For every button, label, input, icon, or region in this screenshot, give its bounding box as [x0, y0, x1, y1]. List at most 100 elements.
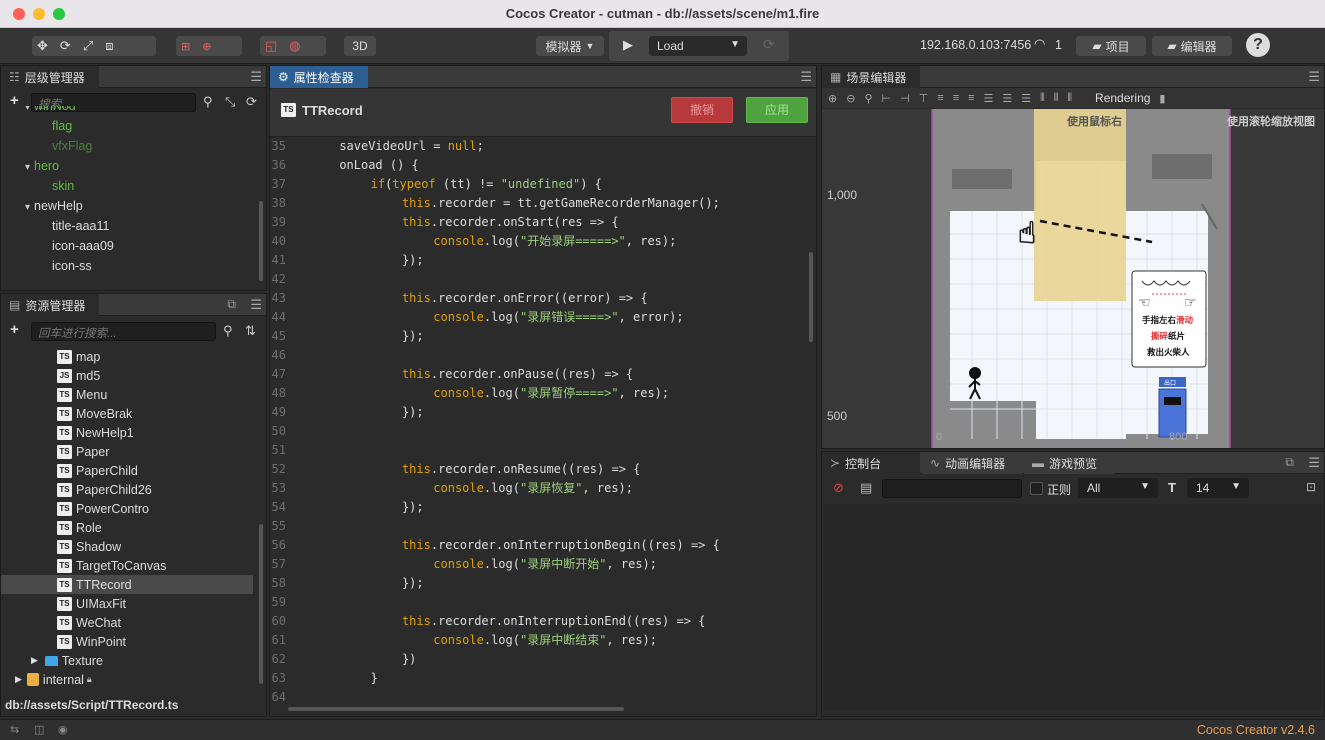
distribute-bottom-icon[interactable]: ☰: [1021, 92, 1031, 105]
asset-item[interactable]: TS Shadow: [1, 537, 253, 556]
asset-item[interactable]: TS NewHelp1: [1, 423, 253, 442]
expand-arrow-icon[interactable]: ▾: [25, 106, 30, 113]
hierarchy-scrollbar[interactable]: [259, 201, 263, 281]
hierarchy-node[interactable]: ▾ newHelp: [25, 196, 83, 216]
load-select[interactable]: Load ▼: [649, 36, 747, 56]
tab-hierarchy[interactable]: ☷ 层级管理器: [1, 66, 99, 88]
regex-checkbox[interactable]: [1030, 482, 1043, 495]
add-asset-icon[interactable]: +: [10, 321, 19, 338]
distribute-left-icon[interactable]: ⫴: [1040, 92, 1045, 105]
hierarchy-node[interactable]: flag: [52, 116, 72, 136]
asset-item[interactable]: TS TTRecord: [1, 575, 253, 594]
tab-assets[interactable]: ▤ 资源管理器: [1, 294, 99, 316]
panel-menu-icon[interactable]: ☰: [1308, 455, 1320, 471]
panel-menu-icon[interactable]: ☰: [800, 69, 812, 85]
camera-icon[interactable]: ▮: [1159, 92, 1165, 105]
asset-item[interactable]: TS UIMaxFit: [1, 594, 253, 613]
rect-tool-icon[interactable]: ⧈: [105, 38, 113, 54]
collapse-console-icon[interactable]: ⊡: [1306, 480, 1316, 494]
move-tool-icon[interactable]: ✥: [37, 38, 48, 54]
zoom-out-icon[interactable]: ⊖: [846, 92, 855, 105]
asset-item[interactable]: TS Paper: [1, 442, 253, 461]
tab-console[interactable]: ≻ 控制台: [822, 452, 920, 474]
align-middle-icon[interactable]: ≡: [953, 92, 959, 104]
snap-icon[interactable]: ◱: [265, 38, 277, 54]
folder-item-texture[interactable]: ▶ Texture: [1, 651, 253, 670]
open-editor-button[interactable]: ▰ 编辑器: [1152, 36, 1232, 56]
hierarchy-node[interactable]: icon-ss: [52, 256, 92, 276]
scale-tool-icon[interactable]: ⤢: [83, 38, 93, 54]
expand-arrow-icon[interactable]: ▶: [31, 655, 38, 666]
popout-icon[interactable]: ⧉: [1285, 455, 1294, 470]
play-icon[interactable]: ▶: [623, 37, 633, 53]
search-icon[interactable]: ⚲: [223, 323, 233, 339]
asset-item[interactable]: TS Role: [1, 518, 253, 537]
zoom-reset-icon[interactable]: ⚲: [864, 92, 872, 105]
tab-game-preview[interactable]: ▬ 游戏预览: [1024, 452, 1114, 474]
sync-icon[interactable]: ⇆: [10, 723, 19, 736]
folder-item-internal[interactable]: ▶ internal 🔒︎: [1, 670, 253, 689]
local-global-icon[interactable]: ⊕: [202, 40, 211, 53]
expand-arrow-icon[interactable]: ▶: [15, 674, 22, 685]
asset-item[interactable]: TS map: [1, 347, 253, 366]
expand-arrow-icon[interactable]: ▾: [25, 202, 30, 213]
align-left-icon[interactable]: ⊢: [882, 92, 892, 105]
asset-item[interactable]: TS PaperChild26: [1, 480, 253, 499]
font-size-select[interactable]: 14 ▼: [1187, 478, 1249, 498]
asset-item[interactable]: TS MoveBrak: [1, 404, 253, 423]
zoom-in-icon[interactable]: ⊕: [828, 92, 837, 105]
hierarchy-node[interactable]: icon-aaa09: [52, 236, 114, 256]
open-log-icon[interactable]: ▤: [860, 480, 872, 496]
clear-console-icon[interactable]: ⊘: [833, 480, 844, 496]
align-top-icon[interactable]: ≡: [937, 92, 943, 104]
distribute-middle-icon[interactable]: ☰: [1002, 92, 1012, 105]
hierarchy-node[interactable]: ▾ winNod: [25, 106, 76, 116]
distribute-center-icon[interactable]: ⫴: [1054, 92, 1059, 105]
database-icon[interactable]: ◫: [34, 723, 44, 736]
panel-menu-icon[interactable]: ☰: [250, 297, 262, 313]
align-center-h-icon[interactable]: ⊣: [900, 92, 910, 105]
console-filter-input[interactable]: [882, 479, 1022, 498]
hierarchy-node[interactable]: vfxFlag: [52, 136, 92, 156]
scene-viewport[interactable]: ☝ ☜ ☞ 手指左右滑动 撕碎纸片 救出火柴人 出口 使用鼠标右 使用滚轮缩放视…: [822, 109, 1324, 448]
hierarchy-node[interactable]: title-aaa11: [52, 216, 109, 236]
revert-button[interactable]: 撤销: [671, 97, 733, 123]
grid-icon[interactable]: ◍: [289, 38, 300, 54]
code-horizontal-scrollbar[interactable]: [288, 707, 624, 711]
rotate-tool-icon[interactable]: ⟳: [60, 38, 71, 54]
code-editor[interactable]: 35 36 37 38 39 40 41 42 43 44 45 46 47 48 49 50 51 52 53 54…: [270, 139, 816, 704]
asset-item[interactable]: TS WinPoint: [1, 632, 253, 651]
asset-item[interactable]: TS PaperChild: [1, 461, 253, 480]
panel-menu-icon[interactable]: ☰: [1308, 69, 1320, 85]
help-icon[interactable]: ?: [1246, 33, 1270, 57]
distribute-top-icon[interactable]: ☰: [984, 92, 994, 105]
open-project-button[interactable]: ▰ 项目: [1076, 36, 1146, 56]
asset-item[interactable]: TS Menu: [1, 385, 253, 404]
hierarchy-node[interactable]: skin: [52, 176, 74, 196]
hierarchy-node[interactable]: ▾ hero: [25, 156, 59, 176]
distribute-right-icon[interactable]: ⫴: [1067, 92, 1072, 105]
refresh-icon[interactable]: ⟳: [763, 36, 775, 53]
asset-item[interactable]: TS WeChat: [1, 613, 253, 632]
asset-item[interactable]: TS PowerContro: [1, 499, 253, 518]
log-level-select[interactable]: All ▼: [1078, 478, 1158, 498]
asset-item[interactable]: JS md5: [1, 366, 253, 385]
assets-search-input[interactable]: 回车进行搜索...: [31, 322, 216, 341]
pivot-icon[interactable]: ⊞: [181, 40, 190, 53]
panel-menu-icon[interactable]: ☰: [250, 69, 262, 85]
apply-button[interactable]: 应用: [746, 97, 808, 123]
tab-scene[interactable]: ▦ 场景编辑器: [822, 66, 920, 88]
simulator-select[interactable]: 模拟器 ▼: [536, 36, 604, 56]
expand-arrow-icon[interactable]: ▾: [25, 162, 30, 173]
code-vertical-scrollbar[interactable]: [809, 252, 813, 342]
popout-icon[interactable]: ⧉: [227, 297, 236, 312]
tab-animation-editor[interactable]: ∿ 动画编辑器: [922, 452, 1022, 474]
rendering-select[interactable]: Rendering: [1095, 91, 1150, 105]
sort-icon[interactable]: ⇅: [245, 323, 256, 339]
assets-scrollbar[interactable]: [259, 524, 263, 684]
align-right-icon[interactable]: ⊤: [919, 92, 929, 105]
toggle-3d-button[interactable]: 3D: [344, 36, 376, 56]
tab-inspector[interactable]: ⚙ 属性检查器: [270, 66, 368, 88]
eye-icon[interactable]: ◉: [58, 723, 68, 736]
align-bottom-icon[interactable]: ≡: [968, 92, 974, 104]
